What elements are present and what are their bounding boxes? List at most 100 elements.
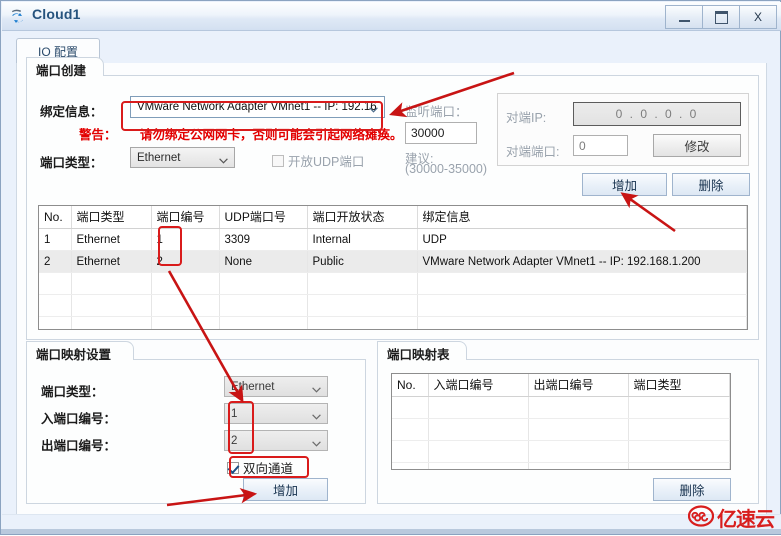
in-port-number-value: 1 bbox=[231, 407, 238, 420]
col-out-port: 出端口编号 bbox=[528, 374, 629, 397]
cloud1-window: Cloud1 X IO 配置 端口创建 绑定信息： VMware Network… bbox=[0, 0, 781, 535]
peer-ip-input[interactable]: 0 . 0 . 0 . 0 bbox=[573, 102, 741, 126]
port-table-inner: No. 端口类型 端口编号 UDP端口号 端口开放状态 绑定信息 1 Ether… bbox=[39, 206, 747, 329]
modify-button[interactable]: 修改 bbox=[653, 134, 741, 157]
mapping-table-title: 端口映射表 bbox=[382, 344, 455, 363]
mapping-port-type-combo[interactable]: Ethernet bbox=[224, 376, 328, 397]
cell-binding-info: VMware Network Adapter VMnet1 -- IP: 192… bbox=[417, 250, 747, 273]
mapping-delete-button[interactable]: 删除 bbox=[653, 478, 731, 501]
table-row[interactable]: 1 Ethernet 1 3309 Internal UDP bbox=[39, 228, 747, 251]
col-no: No. bbox=[392, 374, 429, 397]
cell-port-state: Internal bbox=[307, 228, 418, 251]
table-row-empty bbox=[392, 462, 730, 469]
peer-port-value: 0 bbox=[579, 138, 586, 153]
listen-port-input[interactable]: 30000 bbox=[405, 122, 477, 144]
cell-port-state: Public bbox=[307, 250, 418, 273]
cell-binding-info: UDP bbox=[417, 228, 747, 251]
chevron-down-icon bbox=[312, 438, 321, 447]
watermark: 亿速云 bbox=[687, 503, 775, 532]
col-port-type: 端口类型 bbox=[628, 374, 730, 397]
chevron-down-icon bbox=[219, 155, 228, 164]
warning-label: 警告： bbox=[79, 128, 117, 142]
title-bar: Cloud1 X bbox=[2, 2, 781, 31]
suggest-range: (30000-35000) bbox=[405, 162, 488, 176]
col-no: No. bbox=[39, 206, 72, 229]
table-row-empty bbox=[392, 418, 730, 441]
port-create-title: 端口创建 bbox=[31, 60, 92, 79]
binding-info-value: VMware Network Adapter VMnet1 -- IP: 192… bbox=[137, 101, 377, 113]
col-port-number: 端口编号 bbox=[151, 206, 220, 229]
bottom-edge bbox=[1, 529, 781, 534]
cell-no: 2 bbox=[39, 250, 72, 273]
warning-text: 请勿绑定公网网卡，否则可能会引起网络瘫痪。 bbox=[140, 128, 403, 142]
udp-port-checkbox[interactable]: 开放UDP端口 bbox=[272, 151, 364, 170]
table-row-empty bbox=[392, 396, 730, 419]
window-title: Cloud1 bbox=[32, 6, 81, 22]
table-header-row: No. 入端口编号 出端口编号 端口类型 bbox=[392, 374, 730, 397]
out-port-number-combo[interactable]: 2 bbox=[224, 430, 328, 451]
listen-port-label: 监听端口： bbox=[405, 105, 468, 119]
cloud-logo-icon bbox=[687, 505, 715, 530]
chevron-down-icon bbox=[312, 411, 321, 420]
checkbox-box bbox=[272, 154, 284, 167]
col-port-type: 端口类型 bbox=[71, 206, 152, 229]
peer-port-input[interactable]: 0 bbox=[573, 135, 628, 156]
peer-settings-panel: 对端IP: 0 . 0 . 0 . 0 对端端口: 0 修改 bbox=[497, 93, 749, 166]
port-mapping-settings-group: 端口映射设置 端口类型： Ethernet 入端口编号： 1 出端口编号： 2 bbox=[26, 341, 366, 504]
table-row-empty bbox=[392, 440, 730, 463]
table-row-empty bbox=[39, 316, 747, 329]
port-create-group: 端口创建 绑定信息： VMware Network Adapter VMnet1… bbox=[26, 57, 759, 340]
out-port-number-value: 2 bbox=[231, 434, 238, 447]
col-binding-info: 绑定信息 bbox=[417, 206, 747, 229]
mapping-add-button[interactable]: 增加 bbox=[243, 478, 328, 501]
port-mapping-grid[interactable]: No. 入端口编号 出端口编号 端口类型 bbox=[391, 373, 731, 470]
col-in-port: 入端口编号 bbox=[428, 374, 529, 397]
cloud-device-icon bbox=[10, 7, 28, 25]
peer-ip-label: 对端IP: bbox=[506, 111, 547, 125]
check-icon bbox=[227, 461, 240, 474]
mapping-port-type-label: 端口类型： bbox=[41, 385, 104, 399]
in-port-number-combo[interactable]: 1 bbox=[224, 403, 328, 424]
port-mapping-table-group: 端口映射表 No. 入端口编号 出端口编号 端口类型 删除 bbox=[377, 341, 759, 504]
port-type-value: Ethernet bbox=[137, 151, 181, 164]
mapping-port-type-value: Ethernet bbox=[231, 380, 275, 393]
watermark-text: 亿速云 bbox=[717, 507, 775, 531]
checkbox-box bbox=[227, 461, 240, 474]
in-port-number-label: 入端口编号： bbox=[41, 412, 117, 426]
table-row-empty bbox=[39, 272, 747, 295]
bidirectional-checkbox[interactable]: 双向通道 bbox=[227, 458, 293, 477]
cell-port-number: 2 bbox=[151, 250, 220, 273]
udp-port-checkbox-label: 开放UDP端口 bbox=[288, 155, 365, 169]
port-type-combo[interactable]: Ethernet bbox=[130, 147, 235, 168]
port-mapping-grid-inner: No. 入端口编号 出端口编号 端口类型 bbox=[392, 374, 730, 469]
port-type-label: 端口类型： bbox=[40, 156, 103, 170]
close-button[interactable]: X bbox=[740, 5, 777, 29]
peer-ip-value: 0 . 0 . 0 . 0 bbox=[615, 107, 699, 121]
out-port-number-label: 出端口编号： bbox=[41, 439, 117, 453]
cell-udp-port: 3309 bbox=[219, 228, 308, 251]
bidirectional-checkbox-label: 双向通道 bbox=[243, 462, 294, 476]
table-row[interactable]: 2 Ethernet 2 None Public VMware Network … bbox=[39, 250, 747, 273]
minimize-button[interactable] bbox=[665, 5, 703, 29]
binding-info-label: 绑定信息： bbox=[40, 105, 103, 119]
delete-port-button[interactable]: 删除 bbox=[672, 173, 750, 196]
cell-port-number: 1 bbox=[151, 228, 220, 251]
body-panel: 端口创建 绑定信息： VMware Network Adapter VMnet1… bbox=[16, 57, 767, 515]
table-header-row: No. 端口类型 端口编号 UDP端口号 端口开放状态 绑定信息 bbox=[39, 206, 747, 229]
binding-info-combo[interactable]: VMware Network Adapter VMnet1 -- IP: 192… bbox=[130, 96, 385, 118]
mapping-settings-title: 端口映射设置 bbox=[31, 344, 117, 363]
window-controls: X bbox=[665, 5, 777, 29]
add-port-button[interactable]: 增加 bbox=[582, 173, 667, 196]
maximize-button[interactable] bbox=[703, 5, 740, 29]
chevron-down-icon bbox=[312, 384, 321, 393]
cell-port-type: Ethernet bbox=[71, 228, 152, 251]
col-udp-port: UDP端口号 bbox=[219, 206, 308, 229]
port-table[interactable]: No. 端口类型 端口编号 UDP端口号 端口开放状态 绑定信息 1 Ether… bbox=[38, 205, 748, 330]
table-row-empty bbox=[39, 294, 747, 317]
tab-strip: IO 配置 bbox=[16, 38, 767, 65]
chevron-down-icon bbox=[369, 104, 378, 113]
col-port-state: 端口开放状态 bbox=[307, 206, 418, 229]
listen-port-value: 30000 bbox=[411, 126, 445, 140]
peer-port-label: 对端端口: bbox=[506, 145, 560, 159]
cell-udp-port: None bbox=[219, 250, 308, 273]
